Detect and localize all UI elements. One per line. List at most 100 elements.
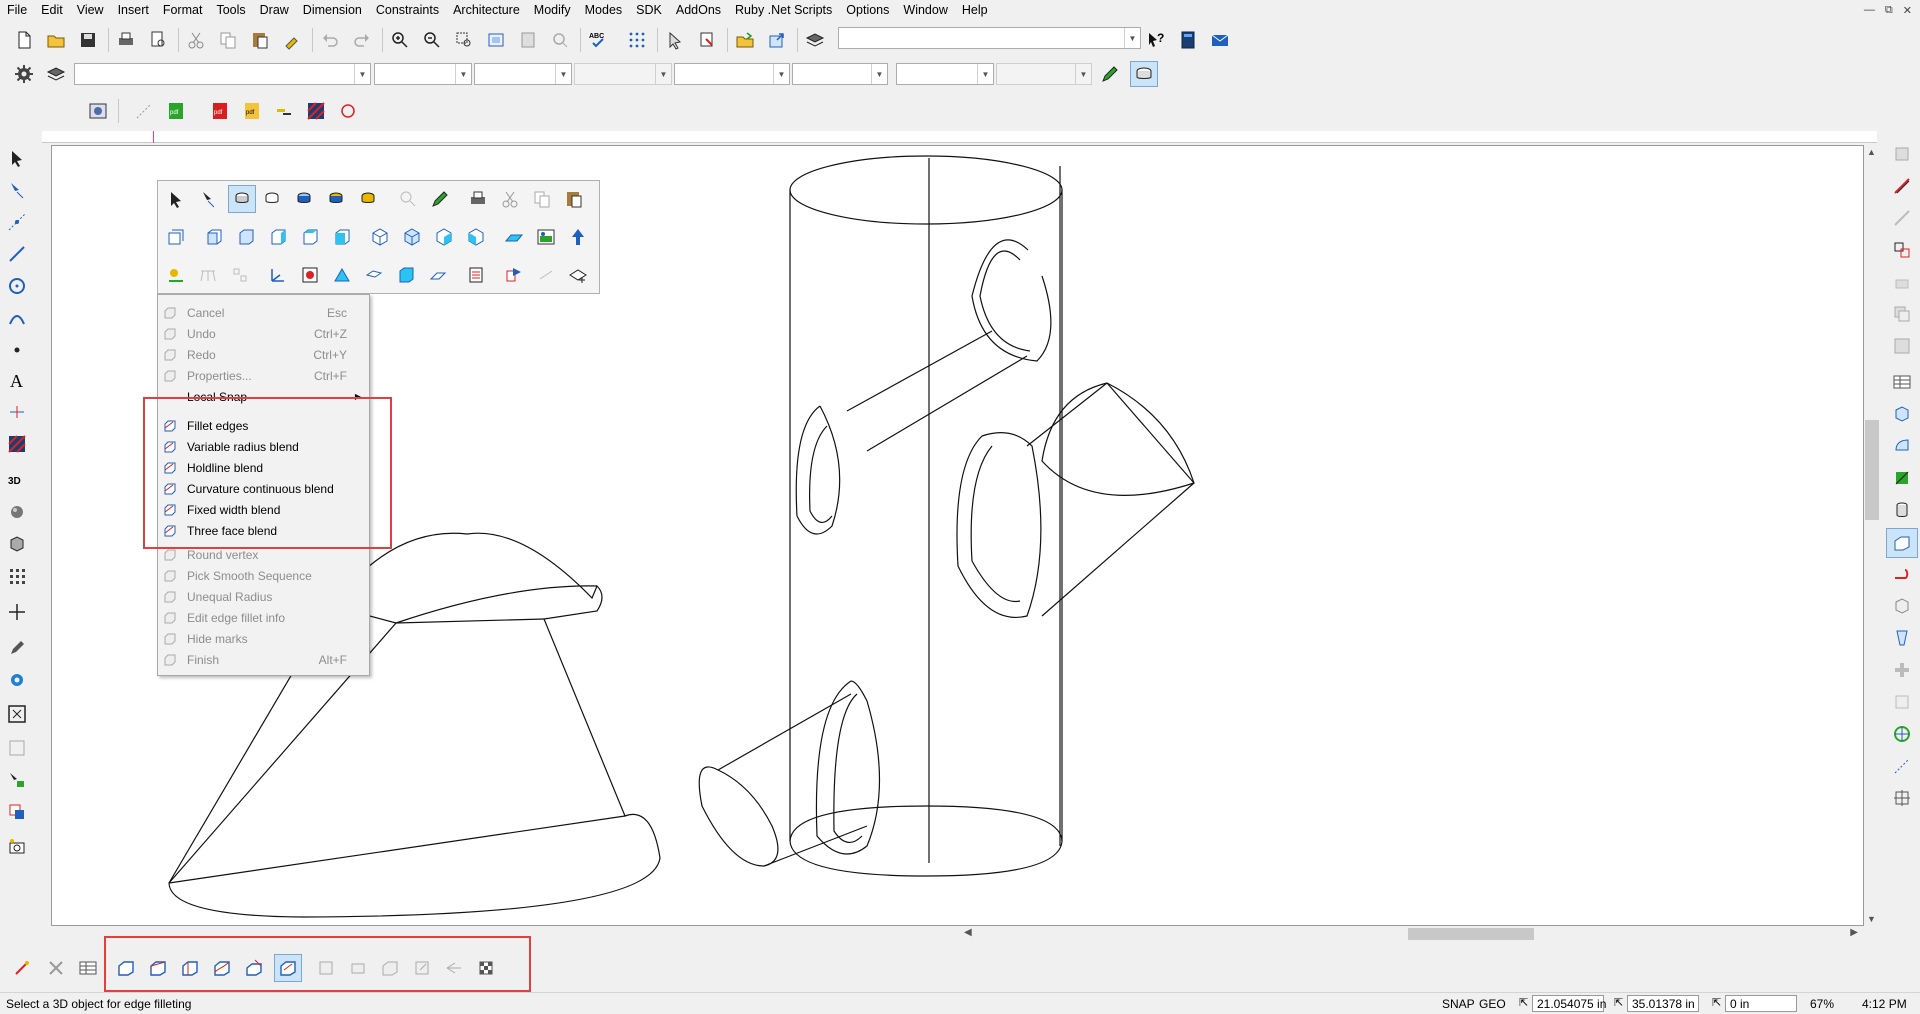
menu-view[interactable]: View	[70, 0, 111, 20]
lineweight-combo[interactable]: ▼	[574, 63, 672, 85]
menu-addons[interactable]: AddOns	[669, 0, 728, 20]
hatch-fill-icon[interactable]	[5, 432, 29, 456]
menu-modify[interactable]: Modify	[527, 0, 578, 20]
ctx-light-icon[interactable]	[164, 263, 188, 287]
menu-sdk[interactable]: SDK	[629, 0, 669, 20]
menu-format[interactable]: Format	[156, 0, 210, 20]
ctx-view-front-icon[interactable]	[202, 225, 226, 249]
ctx-solid-3-icon[interactable]	[292, 187, 316, 211]
move-icon[interactable]	[5, 600, 29, 624]
sphere-icon[interactable]	[5, 500, 29, 524]
point-icon[interactable]	[5, 338, 29, 362]
email-icon[interactable]	[1208, 28, 1232, 52]
menu-draw[interactable]: Draw	[253, 0, 296, 20]
menu-window[interactable]: Window	[896, 0, 954, 20]
menu-dimension[interactable]: Dimension	[296, 0, 369, 20]
restore-icon[interactable]: ⧉	[1885, 4, 1893, 17]
right-tool-5-icon[interactable]	[1890, 270, 1914, 294]
x-coordinate-field[interactable]: 21.054075 in	[1532, 995, 1606, 1012]
edit-points-icon[interactable]	[5, 178, 29, 202]
ctx-view-top-icon[interactable]	[330, 225, 354, 249]
menu-item-hide-marks[interactable]: Hide marks	[158, 629, 369, 650]
layer-manager-icon[interactable]	[44, 62, 68, 86]
cancel-x-icon[interactable]	[44, 956, 68, 980]
scroll-left-icon[interactable]: ◀	[964, 927, 972, 938]
ctx-shell-icon[interactable]	[394, 263, 418, 287]
3d-icon[interactable]: 3D	[5, 468, 29, 492]
undo-icon[interactable]	[318, 28, 342, 52]
font-combo[interactable]: ▼	[674, 63, 790, 85]
menu-constraints[interactable]: Constraints	[369, 0, 446, 20]
solid-3d-icon[interactable]	[1130, 61, 1158, 87]
table-icon[interactable]	[1890, 370, 1914, 394]
ctx-rotate-grey-icon[interactable]	[534, 263, 558, 287]
save-icon[interactable]	[76, 28, 100, 52]
menu-tools[interactable]: Tools	[209, 0, 252, 20]
ctx-ucs-icon[interactable]	[266, 263, 290, 287]
vertical-scroll-thumb[interactable]	[1865, 420, 1879, 520]
edit-pencil-icon[interactable]	[5, 636, 29, 660]
line-icon[interactable]	[5, 242, 29, 266]
fillet-edges-active-icon[interactable]	[1886, 528, 1918, 558]
ctx-paste-icon[interactable]	[562, 187, 586, 211]
export-icon[interactable]	[765, 28, 789, 52]
format-painter-icon[interactable]	[280, 28, 304, 52]
ctx-iso-2-icon[interactable]	[400, 225, 424, 249]
ctx-solid-active-icon[interactable]	[228, 185, 256, 213]
right-tool-7-icon[interactable]	[1890, 334, 1914, 358]
close-icon[interactable]: ✕	[1903, 4, 1912, 17]
right-tool-14-icon[interactable]	[1890, 562, 1914, 586]
menu-item-cancel[interactable]: Cancel Esc	[158, 303, 369, 324]
ctx-print-icon[interactable]	[466, 187, 490, 211]
zoom-page-icon[interactable]	[516, 28, 540, 52]
vertical-scrollbar[interactable]: ▲ ▼	[1864, 145, 1880, 926]
ctx-array-grey-icon[interactable]	[228, 263, 252, 287]
right-tool-17-icon[interactable]	[1890, 658, 1914, 682]
dimension-icon[interactable]	[5, 400, 29, 424]
text-tool-icon[interactable]: A	[5, 368, 29, 392]
pen-tool-icon[interactable]	[1098, 62, 1122, 86]
right-tool-16-icon[interactable]	[1890, 626, 1914, 650]
gear-blue-icon[interactable]	[5, 668, 29, 692]
right-tool-18-icon[interactable]	[1890, 690, 1914, 714]
menu-item-properties[interactable]: Properties... Ctrl+F	[158, 366, 369, 387]
right-tool-19-icon[interactable]	[1890, 722, 1914, 746]
ctx-3d-view-icon[interactable]	[164, 225, 188, 249]
ctx-cut-icon[interactable]	[498, 187, 522, 211]
menu-item-unequal-radius[interactable]: Unequal Radius	[158, 587, 369, 608]
menu-item-edit-edge-fillet-info[interactable]: Edit edge fillet info	[158, 608, 369, 629]
spell-check-icon[interactable]: ABC	[586, 28, 610, 52]
zoom-in-icon[interactable]	[388, 28, 412, 52]
horizontal-scroll-thumb[interactable]	[1408, 928, 1534, 940]
right-tool-4-icon[interactable]	[1890, 238, 1914, 262]
construction-line-icon[interactable]	[5, 210, 29, 234]
ctx-hatch-grey-icon[interactable]	[196, 263, 220, 287]
ctx-view-back-icon[interactable]	[234, 225, 258, 249]
dimension-style-combo[interactable]: ▼	[996, 63, 1092, 85]
right-tool-1-icon[interactable]	[1890, 142, 1914, 166]
z-coordinate-field[interactable]: 0 in	[1725, 995, 1797, 1012]
modify-solid-icon[interactable]	[5, 532, 29, 556]
menu-edit[interactable]: Edit	[34, 0, 70, 20]
ctx-solid-4-icon[interactable]	[324, 187, 348, 211]
ctx-loft-icon[interactable]	[426, 263, 450, 287]
ctx-iso-3-icon[interactable]	[432, 225, 456, 249]
font-size-combo[interactable]: ▼	[792, 63, 888, 85]
line-tool-icon[interactable]	[132, 99, 156, 123]
right-tool-3-icon[interactable]	[1890, 206, 1914, 230]
ctx-target-icon[interactable]	[298, 263, 322, 287]
ctx-plane-icon[interactable]	[502, 225, 526, 249]
print-preview-icon[interactable]	[146, 28, 170, 52]
minimize-icon[interactable]: —	[1864, 4, 1875, 16]
pdf-import-icon[interactable]: pdf	[164, 99, 188, 123]
right-tool-9-icon[interactable]	[1890, 402, 1914, 426]
linestyle-combo[interactable]: ▼	[474, 63, 572, 85]
right-tool-2-icon[interactable]	[1890, 174, 1914, 198]
book-help-icon[interactable]	[1176, 28, 1200, 52]
text-style-combo[interactable]: ▼	[896, 63, 994, 85]
layer-combo[interactable]: ▼	[74, 63, 371, 85]
menu-file[interactable]: File	[0, 0, 34, 20]
ctx-extrude-icon[interactable]	[566, 225, 590, 249]
text-style-icon[interactable]	[272, 99, 296, 123]
ctx-select-edit-icon[interactable]	[196, 187, 220, 211]
